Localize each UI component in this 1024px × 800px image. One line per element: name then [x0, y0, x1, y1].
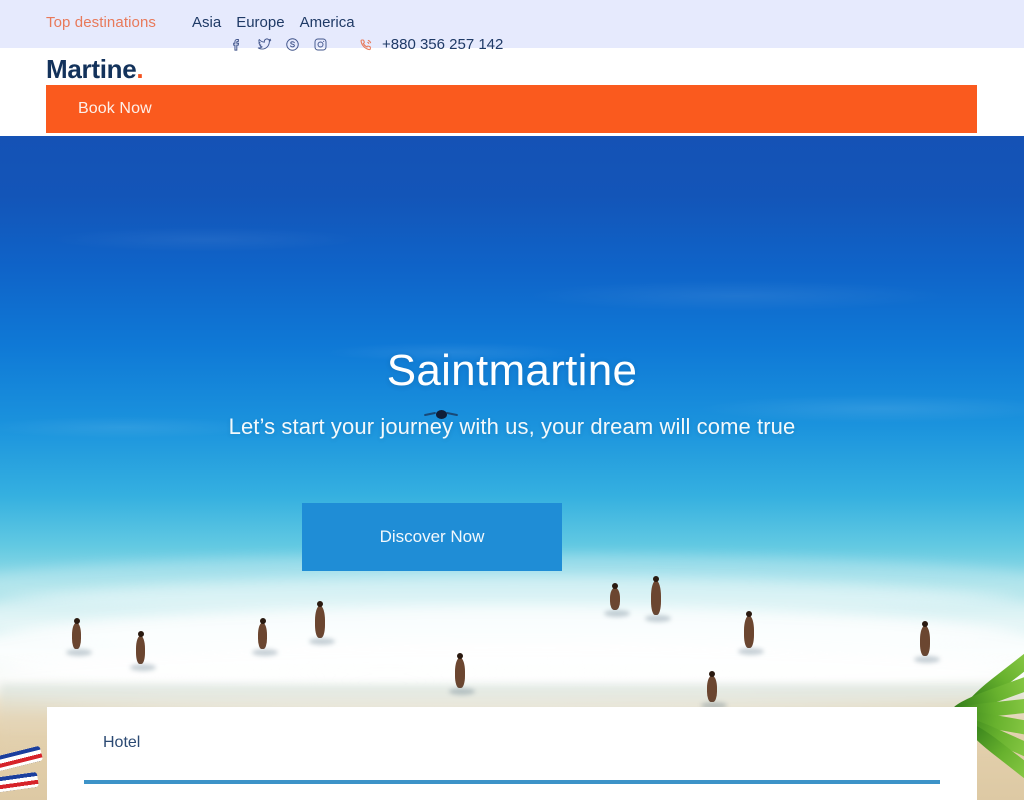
booking-field-label-hotel[interactable]: Hotel	[103, 734, 140, 752]
booking-search-card: Hotel	[47, 707, 977, 800]
site-logo[interactable]: Martine.	[46, 54, 144, 85]
nav-link-asia[interactable]: Asia	[192, 14, 221, 31]
hero-background-photo	[0, 136, 1024, 800]
social-links	[228, 36, 329, 53]
hero-section: Saintmartine Let’s start your journey wi…	[0, 136, 1024, 800]
page-root: Top destinations Asia Europe America +88…	[0, 0, 1024, 800]
phone-number-label: +880 356 257 142	[382, 36, 504, 53]
nav-link-europe[interactable]: Europe	[236, 14, 284, 31]
nav-link-america[interactable]: America	[300, 14, 355, 31]
top-bar: Top destinations Asia Europe America +88…	[0, 0, 1024, 53]
top-bar-contact: +880 356 257 142	[228, 36, 503, 53]
site-header: Martine. Book Now	[0, 48, 1024, 136]
top-bar-nav: Top destinations Asia Europe America	[46, 14, 355, 31]
facebook-icon[interactable]	[228, 36, 245, 53]
twitter-icon[interactable]	[256, 36, 273, 53]
skype-icon[interactable]	[284, 36, 301, 53]
top-destinations-label[interactable]: Top destinations	[46, 14, 156, 31]
header-action-band: Book Now	[46, 85, 977, 133]
logo-dot: .	[136, 54, 144, 84]
logo-text: Martine	[46, 54, 137, 84]
phone-icon	[357, 36, 374, 53]
book-now-button[interactable]: Book Now	[78, 85, 152, 133]
discover-now-button[interactable]: Discover Now	[302, 503, 562, 571]
booking-field-underline	[84, 780, 940, 784]
region-links: Asia Europe America	[192, 14, 355, 31]
beach-loungers	[0, 741, 50, 800]
instagram-icon[interactable]	[312, 36, 329, 53]
hero-title: Saintmartine	[386, 346, 638, 395]
phone-contact[interactable]: +880 356 257 142	[357, 36, 503, 53]
hero-subtitle: Let’s start your journey with us, your d…	[228, 414, 796, 439]
